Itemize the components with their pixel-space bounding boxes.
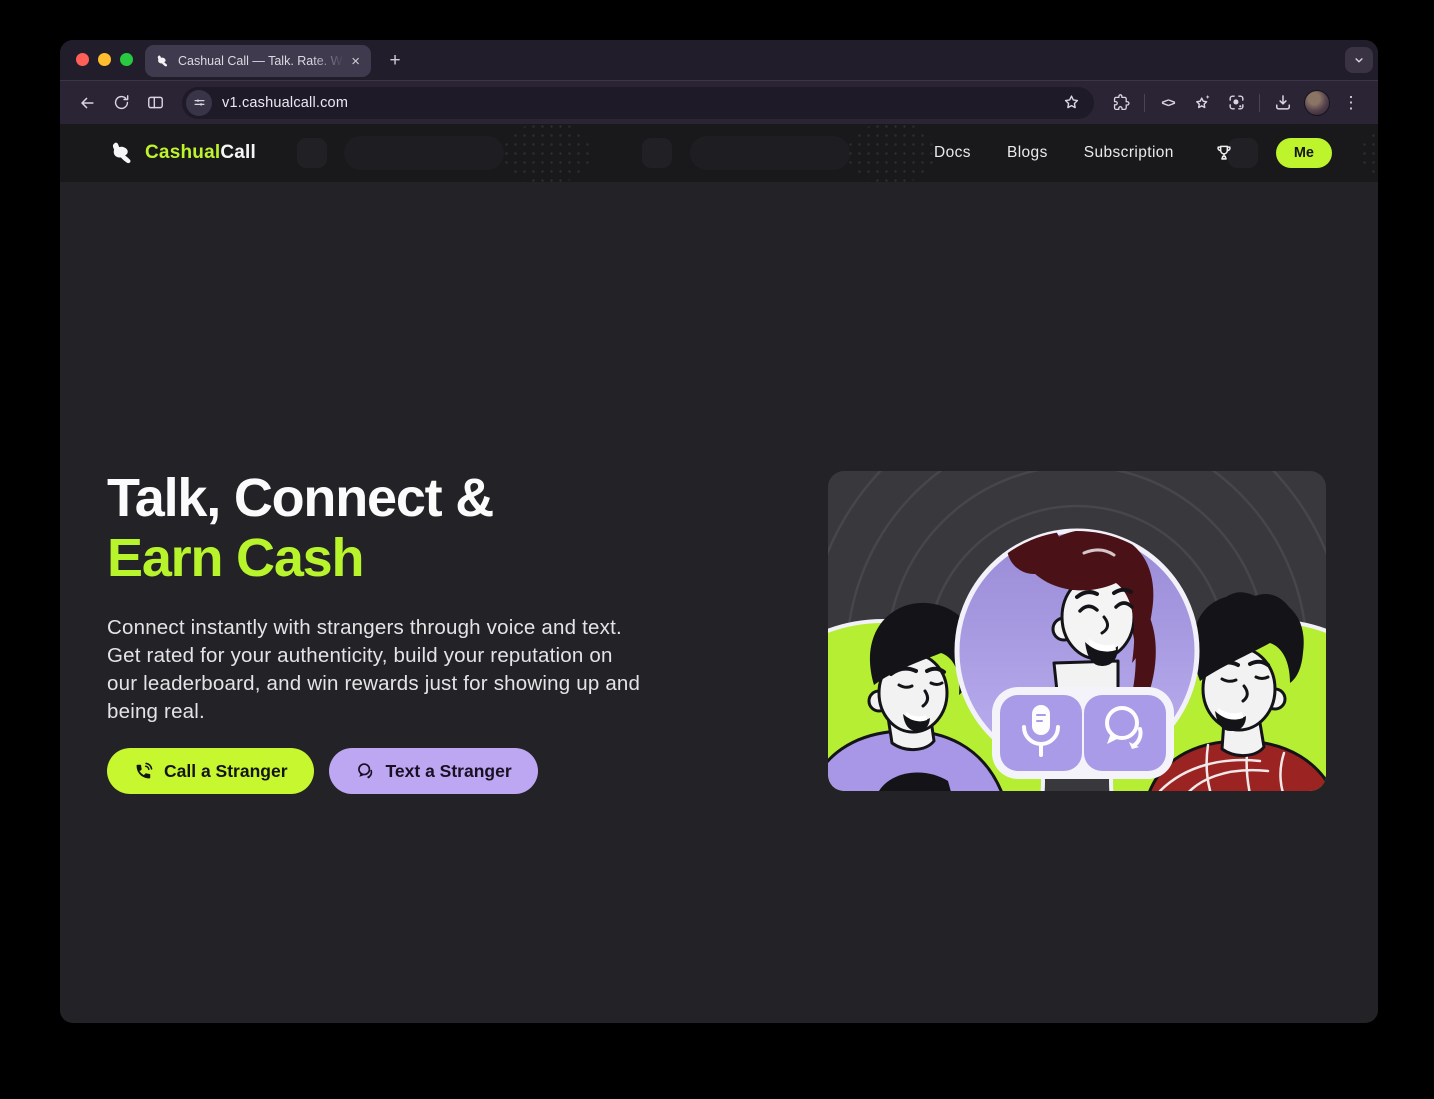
- reload-button[interactable]: [107, 89, 135, 117]
- shaka-hand-logo-icon: [106, 138, 136, 168]
- header-ghost-decoration: [846, 124, 938, 182]
- back-button[interactable]: [73, 89, 101, 117]
- tab-close-icon[interactable]: ×: [349, 54, 362, 69]
- call-a-stranger-label: Call a Stranger: [164, 761, 288, 782]
- back-arrow-icon: [77, 93, 97, 113]
- header-ghost-decoration: [642, 138, 672, 168]
- tune-icon: [192, 95, 207, 110]
- header-ghost-decoration: [1360, 124, 1378, 182]
- star-icon: [1062, 93, 1081, 112]
- hero-description-line: Connect instantly with strangers through…: [107, 614, 640, 642]
- split-view-icon: [146, 93, 165, 112]
- brand-second: Call: [220, 142, 256, 163]
- phone-call-icon: [133, 761, 154, 782]
- extensions-button[interactable]: [1107, 89, 1135, 117]
- site-logo[interactable]: CashualCall: [106, 138, 256, 168]
- call-a-stranger-button[interactable]: Call a Stranger: [107, 748, 314, 794]
- puzzle-icon: [1112, 93, 1131, 112]
- text-a-stranger-label: Text a Stranger: [386, 761, 512, 782]
- hero-description: Connect instantly with strangers through…: [107, 614, 640, 726]
- brand-name: CashualCall: [145, 142, 256, 164]
- site-nav: Docs Blogs Subscription Me: [934, 138, 1332, 168]
- browser-window: Cashual Call — Talk. Rate. Win × +: [60, 40, 1378, 1023]
- strangers-talking-illustration: [828, 471, 1326, 791]
- zoom-window-button[interactable]: [120, 53, 133, 66]
- brand-first: Cashual: [145, 142, 220, 163]
- cta-row: Call a Stranger Text a Stranger: [107, 748, 538, 794]
- toolbar-separator: [1259, 94, 1260, 112]
- me-button[interactable]: Me: [1276, 138, 1332, 168]
- hero-description-line: our leaderboard, and win rewards just fo…: [107, 670, 640, 698]
- chat-bubble-icon: [355, 761, 376, 782]
- split-view-button[interactable]: [141, 89, 169, 117]
- downloads-button[interactable]: [1269, 89, 1297, 117]
- review-extension-button[interactable]: [1188, 89, 1216, 117]
- profile-avatar[interactable]: [1304, 90, 1330, 116]
- hero-title-line2: Earn Cash: [107, 528, 493, 588]
- hero-description-line: Get rated for your authenticity, build y…: [107, 642, 640, 670]
- browser-tab[interactable]: Cashual Call — Talk. Rate. Win ×: [145, 45, 371, 77]
- star-sparkle-icon: [1193, 93, 1212, 112]
- chevron-down-icon: [1352, 53, 1366, 67]
- hero-illustration-card: [828, 471, 1326, 791]
- site-settings-button[interactable]: [186, 90, 212, 116]
- site-favicon-shaka-hand-icon: [154, 53, 170, 69]
- site-header: CashualCall Docs Blogs Subscription Me: [60, 124, 1378, 182]
- download-icon: [1273, 93, 1293, 113]
- close-window-button[interactable]: [76, 53, 89, 66]
- text-a-stranger-button[interactable]: Text a Stranger: [329, 748, 538, 794]
- tab-strip: Cashual Call — Talk. Rate. Win × +: [60, 40, 1378, 80]
- nav-item-blogs[interactable]: Blogs: [1007, 144, 1048, 162]
- nav-item-subscription[interactable]: Subscription: [1084, 144, 1174, 162]
- kebab-menu-icon: ⋮: [1343, 93, 1360, 113]
- trophy-icon: [1214, 143, 1234, 163]
- new-tab-button[interactable]: +: [382, 48, 408, 74]
- window-controls: [76, 53, 133, 66]
- hero-title-line1: Talk, Connect &: [107, 468, 493, 528]
- hero-title: Talk, Connect & Earn Cash: [107, 468, 493, 588]
- webpage: CashualCall Docs Blogs Subscription Me: [60, 124, 1378, 1022]
- code-icon: <>: [1161, 95, 1174, 110]
- browser-menu-button[interactable]: ⋮: [1337, 89, 1365, 117]
- toolbar-separator: [1144, 94, 1145, 112]
- header-ghost-decoration: [502, 124, 594, 182]
- header-ghost-decoration: [344, 136, 504, 170]
- header-ghost-decoration: [690, 136, 850, 170]
- tab-title: Cashual Call — Talk. Rate. Win: [178, 54, 349, 68]
- nav-item-docs[interactable]: Docs: [934, 144, 971, 162]
- bookmark-star-button[interactable]: [1057, 89, 1085, 117]
- reload-icon: [112, 93, 131, 112]
- lens-icon: [1227, 93, 1246, 112]
- illustration-control-bar: [992, 687, 1174, 779]
- leaderboard-trophy-button[interactable]: [1214, 143, 1234, 163]
- url-text: v1.cashualcall.com: [222, 95, 348, 111]
- minimize-window-button[interactable]: [98, 53, 111, 66]
- devtools-button[interactable]: <>: [1154, 89, 1182, 117]
- tab-search-chevron-button[interactable]: [1345, 47, 1373, 73]
- header-ghost-decoration: [297, 138, 327, 168]
- hero-description-line: being real.: [107, 698, 640, 726]
- browser-toolbar: v1.cashualcall.com <>: [60, 80, 1378, 124]
- lens-search-button[interactable]: [1222, 89, 1250, 117]
- hero-section: Talk, Connect & Earn Cash Connect instan…: [60, 182, 1378, 1022]
- address-bar[interactable]: v1.cashualcall.com: [182, 87, 1094, 119]
